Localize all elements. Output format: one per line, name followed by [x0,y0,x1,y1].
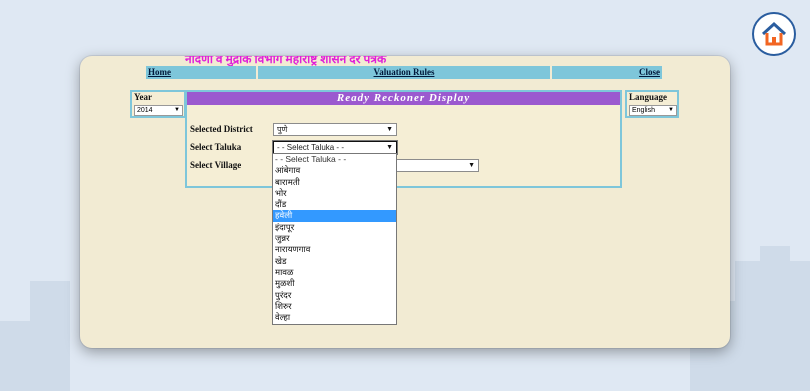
taluka-value: - - Select Taluka - - [277,143,344,152]
taluka-option[interactable]: नारायणगाव [273,244,396,255]
language-label: Language [629,92,668,102]
taluka-option[interactable]: हवेली [273,210,396,222]
year-select[interactable]: 2014 ▼ [134,105,183,116]
language-select[interactable]: English ▼ [629,105,677,116]
house-logo-icon [752,12,796,56]
taluka-option[interactable]: आंबेगाव [273,165,396,176]
district-select[interactable]: पुणे ▼ [273,123,397,136]
district-label: Selected District [190,124,253,134]
taluka-option[interactable]: मावळ [273,267,396,278]
valuation-rules-link[interactable]: Valuation Rules [374,67,435,77]
taluka-option[interactable]: खेड [273,256,396,267]
chevron-down-icon: ▼ [386,126,393,133]
language-value: English [632,107,655,114]
taluka-dropdown-list[interactable]: - - Select Taluka - - आंबेगाव बारामती भोर दौ… [272,153,397,325]
taluka-option[interactable]: - - Select Taluka - - [273,154,396,165]
taluka-option[interactable]: भोर [273,188,396,199]
chevron-down-icon: ▼ [468,162,475,169]
chevron-down-icon: ▼ [174,107,180,113]
taluka-option[interactable]: इंदापूर [273,222,396,233]
close-link[interactable]: Close [639,67,660,77]
district-value: पुणे [277,125,288,134]
nav-close-cell: Close [552,66,662,79]
home-link[interactable]: Home [148,66,171,79]
taluka-label: Select Taluka [190,142,242,152]
taluka-option[interactable]: पुरंदर [273,290,396,301]
taluka-option[interactable]: दौंड [273,199,396,210]
taluka-option[interactable]: शिरुर [273,301,396,312]
panel-title: Ready Reckoner Display [187,92,620,105]
top-nav-bar: Home Valuation Rules Close [146,66,664,79]
taluka-option[interactable]: वेल्हा [273,312,396,323]
chevron-down-icon: ▼ [668,107,674,113]
year-label: Year [134,92,152,102]
year-panel: Year 2014 ▼ [130,90,186,118]
reckoner-panel: Ready Reckoner Display Selected District… [185,90,622,188]
nav-valuation-cell: Valuation Rules [257,66,551,79]
chevron-down-icon: ▼ [386,144,393,151]
village-label: Select Village [190,160,242,170]
language-panel: Language English ▼ [625,90,679,118]
nav-home-cell: Home [146,66,256,79]
taluka-option[interactable]: बारामती [273,177,396,188]
taluka-option[interactable]: जुन्नर [273,233,396,244]
taluka-option[interactable]: मुळशी [273,278,396,289]
ready-reckoner-window: नोंदणी व मुद्रांक विभाग महाराष्ट्र शासन … [80,56,730,348]
year-value: 2014 [137,107,153,114]
